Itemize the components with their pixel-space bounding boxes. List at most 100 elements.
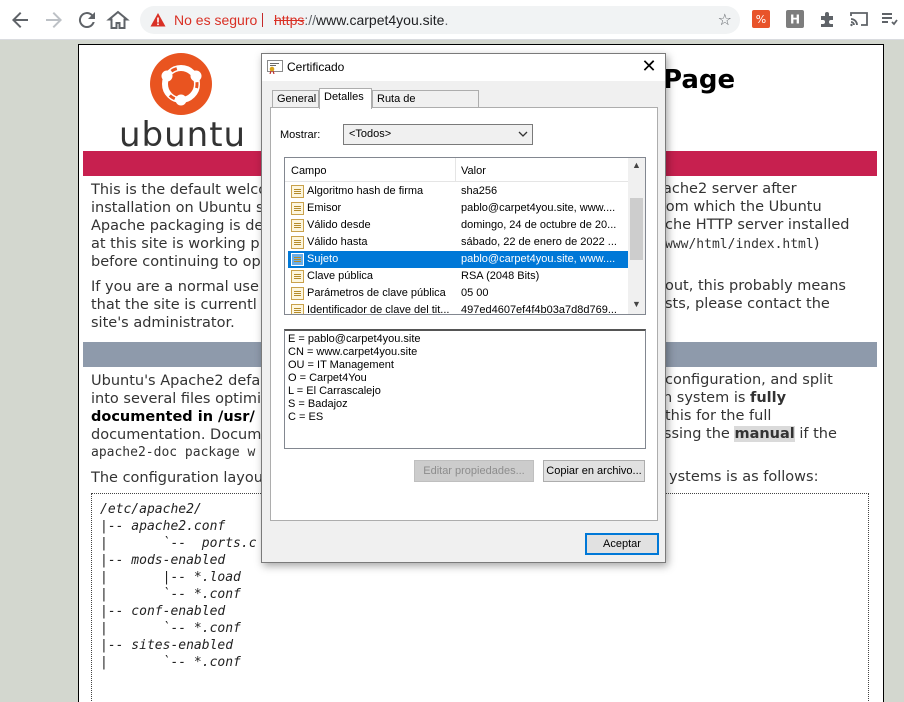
reading-list-icon[interactable]: [880, 10, 898, 28]
bookmark-star-icon[interactable]: ☆: [718, 6, 732, 34]
cert-field-icon: [291, 253, 304, 266]
detail-line: O = Carpet4You: [288, 372, 367, 384]
field-value: domingo, 24 de octubre de 20...: [461, 219, 617, 231]
url-text[interactable]: https://www.carpet4you.site.: [274, 6, 448, 34]
field-name: Sujeto: [307, 253, 339, 265]
list-item[interactable]: Parámetros de clave pública 05 00: [288, 285, 629, 302]
list-item[interactable]: Algoritmo hash de firma sha256: [288, 183, 629, 200]
not-secure-label[interactable]: No es seguro: [174, 6, 257, 34]
svg-text:%: %: [756, 13, 766, 26]
code-line: | `-- *.conf: [100, 621, 241, 636]
accept-button[interactable]: Aceptar: [585, 533, 659, 555]
reload-icon[interactable]: [75, 8, 99, 32]
back-arrow-icon[interactable]: [8, 8, 32, 32]
extensions-puzzle-icon[interactable]: [818, 10, 836, 28]
omnibox-divider: [262, 13, 263, 27]
field-name: Clave pública: [307, 270, 374, 282]
text-line: configuration, and split: [665, 372, 833, 388]
field-value: 497ed4607ef4f4b03a7d8d769...: [461, 304, 617, 315]
url-host: www.carpet4you.site: [316, 12, 445, 28]
field-name: Válido hasta: [307, 236, 368, 248]
copy-to-file-button[interactable]: Copiar en archivo...: [543, 460, 645, 482]
text-line: n system is fully: [663, 390, 786, 406]
cert-field-icon: [291, 219, 304, 232]
cert-field-icon: [291, 185, 304, 198]
tab-ruta-certificacion[interactable]: Ruta de certificación: [372, 90, 479, 121]
detail-line: C = ES: [288, 411, 324, 423]
list-item[interactable]: Emisor pablo@carpet4you.site, www....: [288, 200, 629, 217]
detail-line: E = pablo@carpet4you.site: [288, 333, 421, 345]
list-item[interactable]: Válido hasta sábado, 22 de enero de 2022 …: [288, 234, 629, 251]
listview-header: Campo Valor: [285, 158, 629, 182]
scroll-down-icon[interactable]: ▼: [632, 299, 641, 309]
list-item[interactable]: Identificador de clave del tit... 497ed46…: [288, 302, 629, 315]
forward-arrow-icon[interactable]: [42, 8, 66, 32]
code-line: |-- sites-enabled: [100, 638, 234, 653]
list-item-selected[interactable]: Sujeto pablo@carpet4you.site, www....: [288, 251, 629, 268]
listview-scrollbar[interactable]: ▲ ▼: [628, 158, 645, 314]
text-line: this for the full: [665, 408, 772, 424]
mostrar-select[interactable]: <Todos>: [343, 124, 533, 145]
code-line: |-- apache2.conf: [100, 519, 226, 534]
ubuntu-logo-text: ubuntu: [119, 115, 247, 155]
close-icon[interactable]: ✕: [633, 54, 665, 81]
cert-field-icon: [291, 304, 304, 314]
text-line: sts, please contact the: [665, 296, 830, 312]
manual-link[interactable]: manual: [734, 426, 795, 442]
code-line: | `-- *.conf: [100, 587, 241, 602]
extension-percent-icon[interactable]: %: [752, 10, 770, 28]
mostrar-label: Mostrar:: [280, 129, 321, 141]
field-value: 05 00: [461, 287, 489, 299]
cast-icon[interactable]: [850, 10, 868, 28]
url-trailing: .: [444, 12, 449, 28]
home-icon[interactable]: [106, 8, 130, 32]
fields-listview[interactable]: Campo Valor Algoritmo hash de firma sha25…: [284, 157, 646, 315]
code-line: | `-- ports.c: [100, 536, 257, 551]
ubuntu-logo-icon: [150, 53, 212, 115]
text-line: ache2 server after: [663, 181, 797, 197]
text-line: ystems is as follows:: [669, 469, 819, 485]
text-line: che HTTP server installed: [665, 217, 850, 233]
code-line: | `-- *.conf: [100, 655, 241, 670]
cert-field-icon: [291, 287, 304, 300]
detail-line: S = Badajoz: [288, 398, 348, 410]
dialog-titlebar[interactable]: Certificado ✕: [262, 54, 665, 81]
field-value: RSA (2048 Bits): [461, 270, 540, 282]
bold-text: fully: [750, 390, 787, 406]
url-scheme: https: [274, 12, 305, 28]
text-line: essing the manual if the: [655, 426, 837, 442]
scroll-up-icon[interactable]: ▲: [632, 160, 641, 170]
certificate-dialog: Certificado ✕ General Detalles Ruta de c…: [261, 53, 666, 563]
code-line: /etc/apache2/: [100, 502, 202, 517]
code-line: |-- mods-enabled: [100, 553, 226, 568]
field-name: Identificador de clave del tit...: [307, 304, 450, 315]
code-line: |-- conf-enabled: [100, 604, 226, 619]
column-header-campo[interactable]: Campo: [291, 165, 326, 177]
field-value: sábado, 22 de enero de 2022 ...: [461, 236, 617, 248]
tab-general[interactable]: General: [272, 90, 319, 108]
field-value: pablo@carpet4you.site, www....: [461, 202, 616, 214]
docroot-path-text: www/html/index.html: [665, 237, 814, 252]
text-line: from which the Ubuntu: [655, 199, 822, 215]
field-name: Válido desde: [307, 219, 371, 231]
field-value: sha256: [461, 185, 498, 197]
address-bar[interactable]: No es seguro https://www.carpet4you.site…: [140, 6, 740, 34]
scrollbar-thumb[interactable]: [630, 198, 643, 260]
detail-line: CN = www.carpet4you.site: [288, 346, 418, 358]
mostrar-value: <Todos>: [349, 128, 392, 140]
field-name: Parámetros de clave pública: [307, 287, 446, 299]
edit-properties-button[interactable]: Editar propiedades...: [414, 460, 534, 482]
cert-field-icon: [291, 270, 304, 283]
list-item[interactable]: Válido desde domingo, 24 de octubre de 20…: [288, 217, 629, 234]
url-separator: ://: [304, 12, 317, 28]
warning-icon: [150, 13, 166, 27]
dialog-title: Certificado: [287, 60, 345, 74]
tab-detalles[interactable]: Detalles: [319, 88, 372, 109]
text-fragment: ): [813, 236, 820, 252]
text-line: out, this probably means: [665, 278, 846, 294]
column-divider: [455, 158, 456, 182]
extension-h-icon[interactable]: H: [786, 10, 804, 28]
column-header-valor[interactable]: Valor: [461, 165, 486, 177]
field-detail-box[interactable]: E = pablo@carpet4you.site CN = www.carpe…: [284, 329, 646, 449]
list-item[interactable]: Clave pública RSA (2048 Bits): [288, 268, 629, 285]
